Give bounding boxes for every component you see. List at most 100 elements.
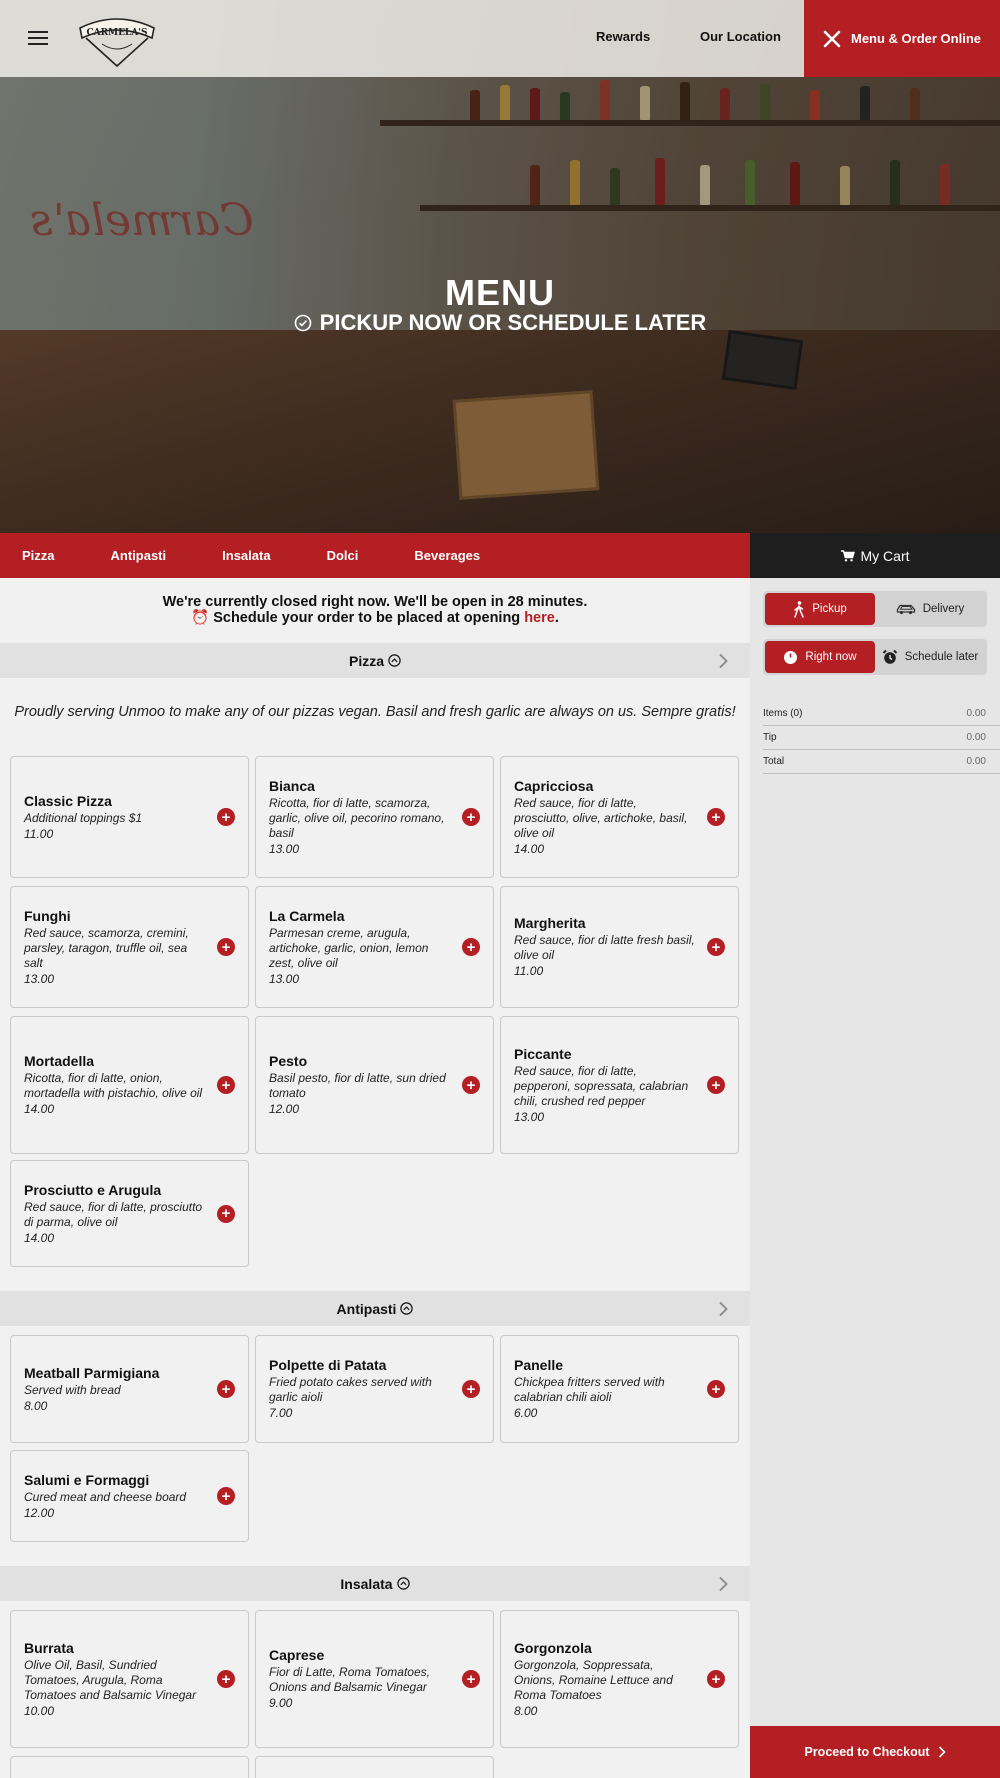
- category-tab-pizza[interactable]: Pizza: [22, 548, 55, 563]
- add-item-icon[interactable]: +: [707, 1670, 725, 1688]
- chevron-right-icon[interactable]: [718, 1576, 728, 1592]
- add-item-icon[interactable]: +: [707, 938, 725, 956]
- add-item-icon[interactable]: +: [707, 1380, 725, 1398]
- utensils-icon: [823, 30, 841, 47]
- menu-item-card[interactable]: Gorgonzola Gorgonzola, Soppressata, Onion…: [500, 1610, 739, 1748]
- my-cart-header[interactable]: My Cart: [750, 533, 1000, 578]
- schedule-here-link[interactable]: here: [524, 610, 555, 626]
- right-now-button[interactable]: Right now: [765, 641, 875, 673]
- delivery-label: Delivery: [922, 603, 965, 615]
- walking-person-icon: [794, 600, 804, 618]
- menu-item-card[interactable]: Margherita Red sauce, fior di latte fresh…: [500, 886, 739, 1008]
- pickup-label: Pickup: [812, 603, 847, 615]
- add-item-icon[interactable]: +: [462, 1670, 480, 1688]
- menu-item-card[interactable]: Prosciutto e Arugula Red sauce, fior di l…: [10, 1160, 249, 1267]
- menu-item-text: Mortadella Ricotta, fior di latte, onion,…: [24, 1053, 217, 1117]
- menu-item-price: 14.00: [24, 1230, 55, 1245]
- schedule-text: Schedule your order to be placed at open…: [213, 610, 525, 626]
- menu-item-description: Red sauce, fior di latte, pepperoni, sop…: [514, 1063, 689, 1108]
- category-tab-dolci[interactable]: Dolci: [327, 548, 359, 563]
- cart-icon: [840, 549, 855, 561]
- menu-item-card[interactable]: Funghi Red sauce, scamorza, cremini, pars…: [10, 886, 249, 1008]
- section-header-insalata[interactable]: Insalata: [0, 1566, 750, 1601]
- menu-item-text: Classic Pizza Additional toppings $1 11.00: [24, 793, 217, 842]
- collapse-icon[interactable]: [400, 1302, 414, 1315]
- menu-item-text: Burrata Olive Oil, Basil, Sundried Tomato…: [24, 1640, 217, 1719]
- menu-item-card[interactable]: Mortadella Ricotta, fior di latte, onion,…: [10, 1016, 249, 1154]
- check-circle-icon: [294, 314, 311, 332]
- menu-order-online-button[interactable]: Menu & Order Online: [804, 0, 1000, 77]
- schedule-later-button[interactable]: Schedule later: [875, 641, 985, 673]
- nav-rewards[interactable]: Rewards: [596, 29, 650, 44]
- category-tab-insalata[interactable]: Insalata: [222, 548, 270, 563]
- menu-item-card[interactable]: Panelle Chickpea fritters served with cal…: [500, 1335, 739, 1443]
- menu-item-card[interactable]: Caprese Fior di Latte, Roma Tomatoes, Oni…: [255, 1610, 494, 1748]
- menu-item-text: Panelle Chickpea fritters served with cal…: [514, 1357, 707, 1421]
- menu-item-price: 7.00: [269, 1406, 293, 1420]
- chevron-right-icon[interactable]: [718, 1301, 728, 1317]
- menu-item-card[interactable]: Piccante Red sauce, fior di latte, pepper…: [500, 1016, 739, 1154]
- menu-item-description: Additional toppings $1: [24, 810, 143, 825]
- carmelas-logo[interactable]: CARMELA'S: [74, 8, 160, 68]
- svg-text:CARMELA'S: CARMELA'S: [86, 28, 147, 38]
- menu-item-card[interactable]: Meatball Parmigiana Served with bread 8.00…: [10, 1335, 249, 1443]
- menu-item-description: Cured meat and cheese board: [24, 1489, 187, 1504]
- menu-item-card[interactable]: La Carmela Parmesan creme, arugula, artic…: [255, 886, 494, 1008]
- menu-item-name: Caprese: [269, 1647, 325, 1663]
- menu-item-price: 11.00: [514, 964, 544, 978]
- category-nav: Pizza Antipasti Insalata Dolci Beverages: [0, 533, 750, 578]
- add-item-icon[interactable]: +: [217, 1076, 235, 1094]
- add-item-icon[interactable]: +: [217, 1487, 235, 1505]
- category-tab-antipasti[interactable]: Antipasti: [111, 548, 167, 563]
- chevron-right-icon[interactable]: [718, 653, 728, 669]
- menu-item-description: Ricotta, fior di latte, scamorza, garlic…: [269, 795, 445, 840]
- add-item-icon[interactable]: +: [217, 808, 235, 826]
- add-item-icon[interactable]: +: [462, 938, 480, 956]
- menu-item-description: Red sauce, fior di latte, prosciutto di …: [24, 1199, 203, 1229]
- menu-item-card-partial[interactable]: [255, 1756, 494, 1778]
- add-item-icon[interactable]: +: [462, 1380, 480, 1398]
- menu-item-card[interactable]: Burrata Olive Oil, Basil, Sundried Tomato…: [10, 1610, 249, 1748]
- category-tab-beverages[interactable]: Beverages: [414, 548, 480, 563]
- add-item-icon[interactable]: +: [217, 1380, 235, 1398]
- nav-our-location[interactable]: Our Location: [700, 29, 781, 44]
- add-item-icon[interactable]: +: [217, 1204, 235, 1223]
- menu-item-card[interactable]: Polpette di Patata Fried potato cakes ser…: [255, 1335, 494, 1443]
- menu-item-card[interactable]: Bianca Ricotta, fior di latte, scamorza, …: [255, 756, 494, 878]
- add-item-icon[interactable]: +: [462, 808, 480, 826]
- menu-item-card[interactable]: Salumi e Formaggi Cured meat and cheese b…: [10, 1450, 249, 1542]
- stopwatch-icon: [784, 650, 798, 664]
- menu-item-description: Basil pesto, fior di latte, sun dried to…: [269, 1071, 446, 1100]
- fulfillment-toggle: Pickup Delivery: [763, 591, 987, 627]
- summary-items-label: Items (0): [763, 708, 803, 719]
- collapse-icon[interactable]: [396, 1577, 410, 1590]
- add-item-icon[interactable]: +: [707, 1076, 725, 1094]
- my-cart-title: My Cart: [860, 547, 910, 564]
- collapse-icon[interactable]: [388, 654, 401, 667]
- menu-item-description: Red sauce, scamorza, cremini, parsley, t…: [24, 925, 189, 970]
- menu-item-card[interactable]: Classic Pizza Additional toppings $1 11.00…: [10, 756, 249, 878]
- menu-icon[interactable]: [28, 31, 48, 47]
- section-header-antipasti[interactable]: Antipasti: [0, 1291, 750, 1326]
- menu-item-description: Fior di Latte, Roma Tomatoes, Onions and…: [269, 1665, 430, 1694]
- menu-item-description: Red sauce, fior di latte fresh basil, ol…: [514, 933, 695, 962]
- add-item-icon[interactable]: +: [462, 1076, 480, 1094]
- add-item-icon[interactable]: +: [217, 938, 235, 956]
- right-now-label: Right now: [805, 651, 857, 663]
- hero-title: MENU: [445, 272, 555, 313]
- menu-item-card-partial[interactable]: [10, 1756, 249, 1778]
- menu-item-name: Funghi: [24, 907, 71, 924]
- menu-item-text: Bianca Ricotta, fior di latte, scamorza, …: [269, 778, 462, 857]
- menu-item-text: Gorgonzola Gorgonzola, Soppressata, Onion…: [514, 1640, 707, 1719]
- menu-item-card[interactable]: Pesto Basil pesto, fior di latte, sun dri…: [255, 1016, 494, 1154]
- menu-item-name: Margherita: [514, 915, 586, 931]
- pickup-button[interactable]: Pickup: [765, 593, 875, 625]
- menu-item-description: Served with bread: [24, 1382, 121, 1397]
- proceed-to-checkout-button[interactable]: Proceed to Checkout: [750, 1726, 1000, 1778]
- add-item-icon[interactable]: +: [217, 1670, 235, 1688]
- menu-item-price: 6.00: [514, 1406, 538, 1420]
- section-header-pizza[interactable]: Pizza: [0, 643, 750, 678]
- delivery-button[interactable]: Delivery: [875, 593, 985, 625]
- menu-item-card[interactable]: Capricciosa Red sauce, fior di latte, pro…: [500, 756, 739, 878]
- add-item-icon[interactable]: +: [707, 808, 725, 826]
